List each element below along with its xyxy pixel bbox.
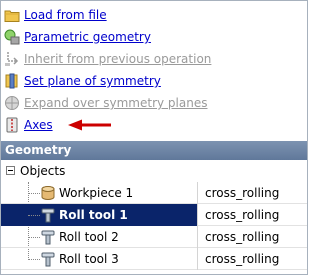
inherit-icon <box>5 52 19 66</box>
expand-symmetry-icon <box>5 96 19 110</box>
tree-root-row[interactable]: Objects <box>1 160 307 182</box>
load-from-file-action[interactable]: Load from file <box>4 5 107 25</box>
tree-item-type: cross_rolling <box>197 182 307 204</box>
axes-label[interactable]: Axes <box>24 118 53 132</box>
tree-item-name: Roll tool 2 <box>59 230 119 244</box>
roll-tool-icon <box>41 208 55 223</box>
set-plane-of-symmetry-label[interactable]: Set plane of symmetry <box>24 74 161 88</box>
inherit-from-previous-operation-action: Inherit from previous operation <box>4 49 211 69</box>
workpiece-icon <box>41 186 55 200</box>
tree-row-workpiece-1[interactable]: Workpiece 1 cross_rolling <box>1 182 307 204</box>
tree-item-name: Workpiece 1 <box>59 186 134 200</box>
objects-root-label: Objects <box>20 164 66 178</box>
axes-icon <box>6 117 18 133</box>
tree-item-name: Roll tool 3 <box>59 252 119 266</box>
axes-action[interactable]: Axes <box>4 115 53 135</box>
parametric-geometry-icon <box>4 29 20 45</box>
expand-over-symmetry-planes-action: Expand over symmetry planes <box>4 93 207 113</box>
plane-of-symmetry-icon <box>5 73 18 89</box>
collapse-toggle[interactable] <box>6 166 15 175</box>
expand-over-symmetry-planes-label: Expand over symmetry planes <box>24 96 208 110</box>
parametric-geometry-label[interactable]: Parametric geometry <box>24 30 151 44</box>
action-list: Load from file Parametric geometry Inher… <box>1 1 307 140</box>
tree-item-type: cross_rolling <box>197 248 307 270</box>
tree-row-roll-tool-3[interactable]: Roll tool 3 cross_rolling <box>1 248 307 270</box>
inherit-from-previous-operation-label: Inherit from previous operation <box>24 52 212 66</box>
parametric-geometry-action[interactable]: Parametric geometry <box>4 27 151 47</box>
geometry-header: Geometry <box>1 141 307 160</box>
set-plane-of-symmetry-action[interactable]: Set plane of symmetry <box>4 71 161 91</box>
tree-item-type: cross_rolling <box>197 204 307 226</box>
geometry-panel: Load from file Parametric geometry Inher… <box>0 0 308 275</box>
folder-icon <box>4 10 20 22</box>
tree-item-type: cross_rolling <box>197 226 307 248</box>
roll-tool-icon <box>41 252 55 267</box>
tree-row-roll-tool-2[interactable]: Roll tool 2 cross_rolling <box>1 226 307 248</box>
roll-tool-icon <box>41 230 55 245</box>
tree-item-name: Roll tool 1 <box>59 208 128 222</box>
load-from-file-label[interactable]: Load from file <box>24 8 107 22</box>
annotation-arrow <box>68 119 111 131</box>
objects-tree: Objects Workpiece 1 cross_rolling Roll t… <box>1 160 307 274</box>
tree-row-roll-tool-1[interactable]: Roll tool 1 cross_rolling <box>1 204 307 226</box>
